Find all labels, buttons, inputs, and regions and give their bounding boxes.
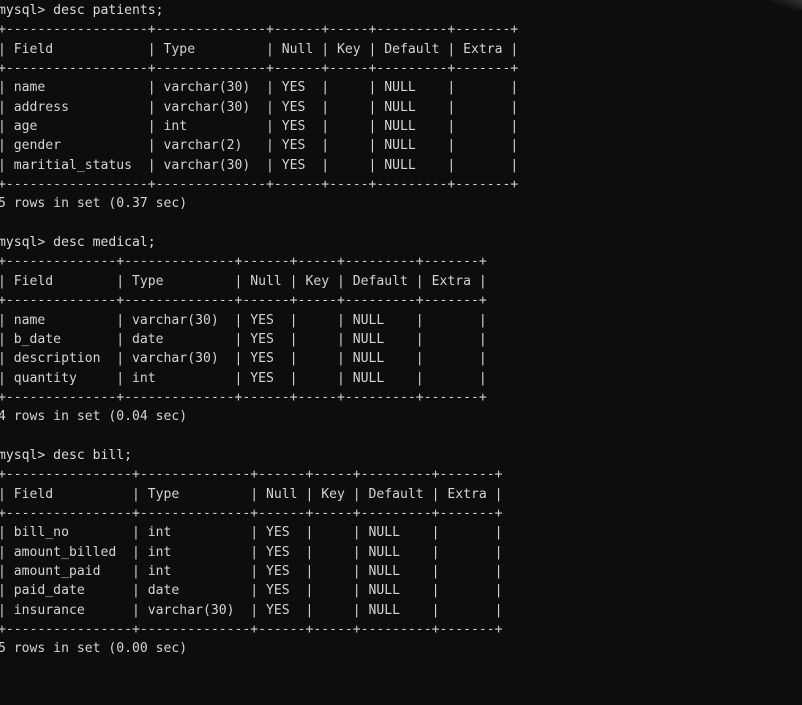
table-header-row: | Field | Type | Null | Key | Default | … [0,486,503,502]
table-rule-bottom: +--------------+--------------+------+--… [0,389,487,405]
table-row: | paid_date | date | YES | | NULL | | [0,583,503,599]
status-line: 5 rows in set (0.37 sec) [0,196,188,212]
table-row: | age | int | YES | | NULL | | [0,119,519,135]
table-rule-top: +------------------+--------------+-----… [0,22,519,38]
terminal-output: mysql> desc patients; +------------------… [0,1,802,659]
table-row: | amount_paid | int | YES | | NULL | | [0,563,503,579]
table-row: | name | varchar(30) | YES | | NULL | | [0,312,487,328]
table-row: | quantity | int | YES | | NULL | | [0,370,487,386]
table-row: | amount_billed | int | YES | | NULL | | [0,544,503,560]
table-row: | description | varchar(30) | YES | | NU… [0,351,487,367]
table-row: | insurance | varchar(30) | YES | | NULL… [0,602,503,618]
table-rule-bottom: +------------------+--------------+-----… [0,177,519,193]
table-rule-bottom: +----------------+--------------+------+… [0,622,503,637]
table-header-row: | Field | Type | Null | Key | Default | … [0,41,519,57]
status-line: 4 rows in set (0.04 sec) [0,409,188,425]
table-row: | b_date | date | YES | | NULL | | [0,331,487,347]
table-row: | bill_no | int | YES | | NULL | | [0,525,503,541]
table-rule-top: +----------------+--------------+------+… [0,467,503,483]
table-row: | address | varchar(30) | YES | | NULL |… [0,99,519,115]
table-rule-top: +--------------+--------------+------+--… [0,254,487,270]
command-line[interactable]: mysql> desc medical; [0,233,802,252]
table-row: | gender | varchar(2) | YES | | NULL | | [0,138,519,154]
status-line: 5 rows in set (0.00 sec) [0,641,188,657]
table-rule-header: +------------------+--------------+-----… [0,61,519,77]
terminal-window[interactable]: mysql> desc patients; +------------------… [0,0,802,705]
table-row: | maritial_status | varchar(30) | YES | … [0,157,519,173]
table-header-row: | Field | Type | Null | Key | Default | … [0,273,487,289]
table-row: | name | varchar(30) | YES | | NULL | | [0,80,519,96]
table-rule-header: +----------------+--------------+------+… [0,505,503,521]
command-line[interactable]: mysql> desc patients; [0,1,802,20]
command-line[interactable]: mysql> desc bill; [0,446,802,465]
table-rule-header: +--------------+--------------+------+--… [0,293,487,309]
